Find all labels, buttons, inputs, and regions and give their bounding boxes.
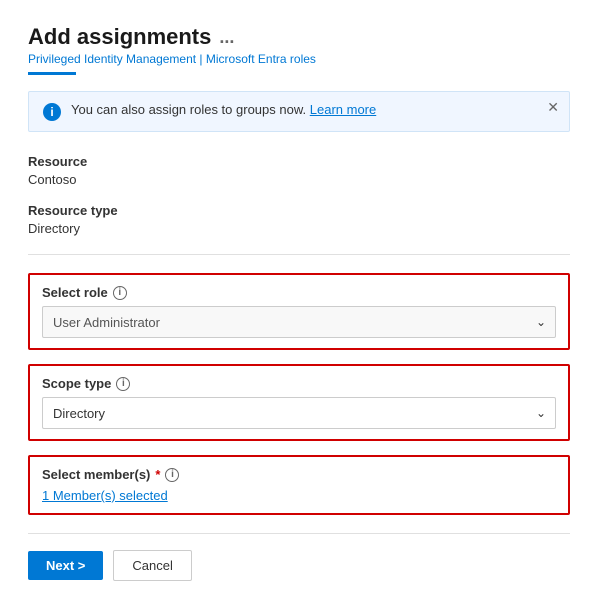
select-role-label: Select role i [42,285,556,300]
breadcrumb-separator: | [196,52,206,66]
tab-underline [28,72,76,75]
cancel-button[interactable]: Cancel [113,550,191,581]
info-icon: i [43,103,61,121]
required-star: * [155,467,160,482]
resource-value: Contoso [28,172,570,187]
resource-type-value: Directory [28,221,570,236]
select-role-dropdown[interactable]: User Administrator [42,306,556,338]
info-banner: i You can also assign roles to groups no… [28,91,570,132]
next-button[interactable]: Next > [28,551,103,580]
close-banner-button[interactable]: ✕ [547,100,559,114]
ellipsis-menu-icon[interactable]: ... [219,27,234,48]
scope-type-tooltip-icon[interactable]: i [116,377,130,391]
info-message: You can also assign roles to groups now. [71,102,306,117]
breadcrumb-part2[interactable]: Microsoft Entra roles [206,52,316,66]
resource-type-label: Resource type [28,203,570,218]
footer-buttons: Next > Cancel [28,550,570,581]
learn-more-link[interactable]: Learn more [310,102,376,117]
footer-divider [28,533,570,534]
resource-field: Resource Contoso [28,154,570,187]
title-text: Add assignments [28,24,211,50]
breadcrumb-part1[interactable]: Privileged Identity Management [28,52,196,66]
resource-label: Resource [28,154,570,169]
select-role-section: Select role i User Administrator ⌄ [28,273,570,350]
select-role-label-text: Select role [42,285,108,300]
select-role-wrapper: User Administrator ⌄ [42,306,556,338]
members-selected-link[interactable]: 1 Member(s) selected [42,488,556,503]
scope-type-wrapper: Directory ⌄ [42,397,556,429]
scope-type-dropdown[interactable]: Directory [42,397,556,429]
select-members-section: Select member(s) * i 1 Member(s) selecte… [28,455,570,515]
resource-type-field: Resource type Directory [28,203,570,236]
select-role-tooltip-icon[interactable]: i [113,286,127,300]
select-members-label-text: Select member(s) [42,467,150,482]
select-members-label: Select member(s) * i [42,467,556,482]
info-banner-text: You can also assign roles to groups now.… [71,102,555,117]
select-members-tooltip-icon[interactable]: i [165,468,179,482]
scope-type-label: Scope type i [42,376,556,391]
scope-type-section: Scope type i Directory ⌄ [28,364,570,441]
breadcrumb: Privileged Identity Management | Microso… [28,52,570,66]
scope-type-label-text: Scope type [42,376,111,391]
page-title: Add assignments ... [28,24,570,50]
section-divider [28,254,570,255]
